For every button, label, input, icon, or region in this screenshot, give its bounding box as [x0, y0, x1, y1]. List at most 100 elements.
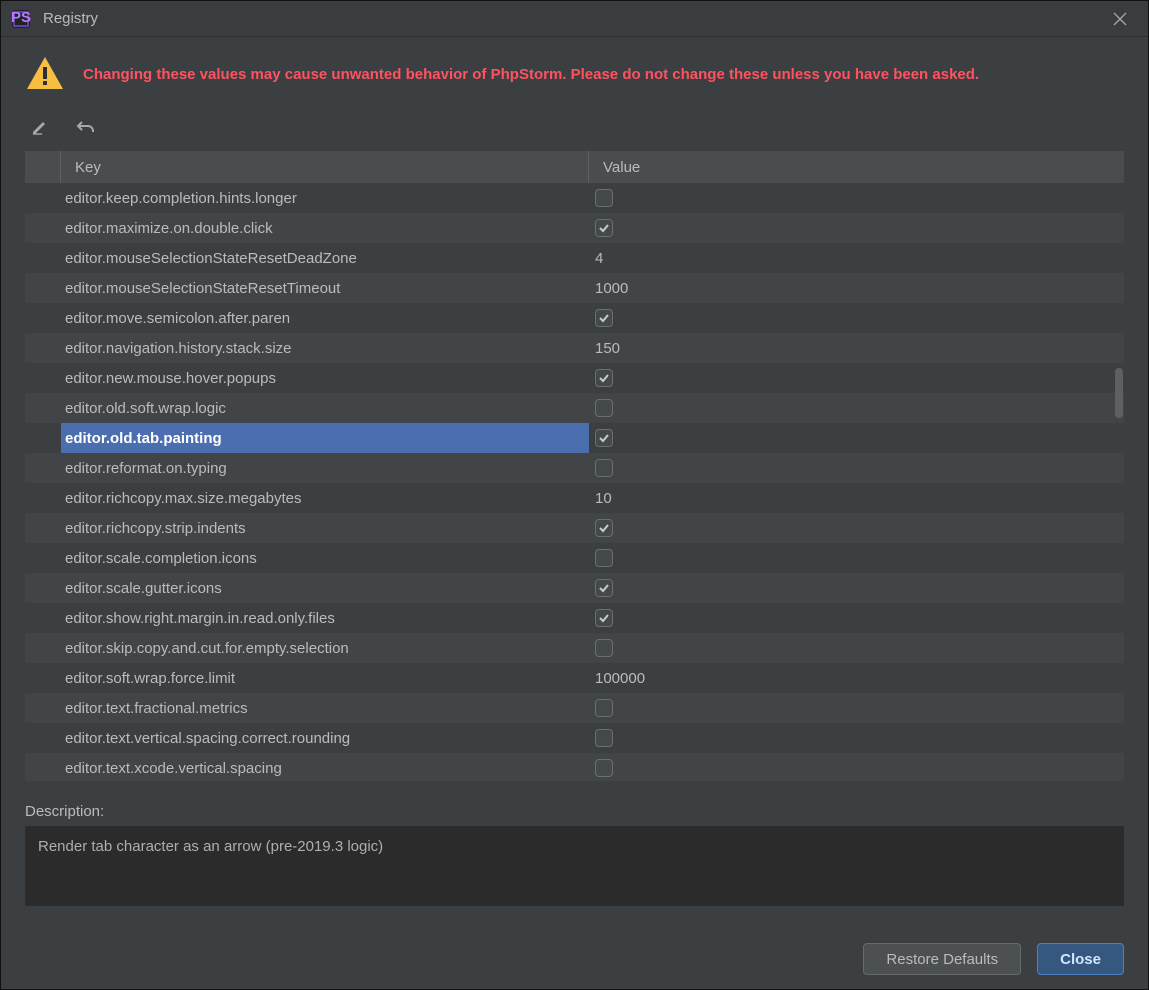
row-value[interactable]: [589, 423, 1124, 453]
row-value[interactable]: [589, 363, 1124, 393]
table-row[interactable]: editor.move.semicolon.after.paren: [25, 303, 1124, 333]
checkbox[interactable]: [595, 369, 613, 387]
table-row[interactable]: editor.show.right.margin.in.read.only.fi…: [25, 603, 1124, 633]
row-gutter: [25, 303, 61, 333]
value-text: 10: [595, 490, 612, 507]
close-button-label: Close: [1060, 951, 1101, 968]
row-key: editor.keep.completion.hints.longer: [61, 183, 589, 213]
row-gutter: [25, 663, 61, 693]
row-value[interactable]: [589, 453, 1124, 483]
row-key: editor.soft.wrap.force.limit: [61, 663, 589, 693]
row-value[interactable]: [589, 573, 1124, 603]
scrollbar-thumb[interactable]: [1115, 368, 1123, 418]
table-row[interactable]: editor.navigation.history.stack.size150: [25, 333, 1124, 363]
app-icon: PS: [11, 9, 31, 29]
row-value[interactable]: 10: [589, 483, 1124, 513]
row-key: editor.mouseSelectionStateResetTimeout: [61, 273, 589, 303]
checkbox[interactable]: [595, 429, 613, 447]
row-value[interactable]: [589, 723, 1124, 753]
row-value[interactable]: [589, 213, 1124, 243]
checkbox[interactable]: [595, 699, 613, 717]
revert-button[interactable]: [75, 116, 97, 138]
description-label: Description:: [25, 803, 1124, 820]
vertical-scrollbar[interactable]: [1112, 183, 1124, 781]
row-key: editor.text.fractional.metrics: [61, 693, 589, 723]
table-row[interactable]: editor.old.tab.painting: [25, 423, 1124, 453]
row-value[interactable]: 150: [589, 333, 1124, 363]
row-value[interactable]: [589, 513, 1124, 543]
checkbox[interactable]: [595, 309, 613, 327]
row-gutter: [25, 363, 61, 393]
row-value[interactable]: [589, 693, 1124, 723]
checkbox[interactable]: [595, 519, 613, 537]
row-value[interactable]: 4: [589, 243, 1124, 273]
table-row[interactable]: editor.mouseSelectionStateResetTimeout10…: [25, 273, 1124, 303]
row-key: editor.richcopy.max.size.megabytes: [61, 483, 589, 513]
row-key: editor.move.semicolon.after.paren: [61, 303, 589, 333]
row-key: editor.text.xcode.vertical.spacing: [61, 753, 589, 781]
row-key: editor.reformat.on.typing: [61, 453, 589, 483]
checkbox[interactable]: [595, 759, 613, 777]
restore-defaults-button[interactable]: Restore Defaults: [863, 943, 1021, 975]
description-box: Render tab character as an arrow (pre-20…: [25, 826, 1124, 906]
table-row[interactable]: editor.scale.gutter.icons: [25, 573, 1124, 603]
svg-text:PS: PS: [11, 9, 31, 26]
table-row[interactable]: editor.text.xcode.vertical.spacing: [25, 753, 1124, 781]
row-gutter: [25, 633, 61, 663]
pencil-icon: [30, 117, 50, 137]
checkbox[interactable]: [595, 729, 613, 747]
table-row[interactable]: editor.reformat.on.typing: [25, 453, 1124, 483]
row-value[interactable]: [589, 303, 1124, 333]
titlebar: PS Registry: [1, 1, 1148, 37]
table-row[interactable]: editor.new.mouse.hover.popups: [25, 363, 1124, 393]
row-value[interactable]: [589, 753, 1124, 781]
table-row[interactable]: editor.maximize.on.double.click: [25, 213, 1124, 243]
table-row[interactable]: editor.scale.completion.icons: [25, 543, 1124, 573]
table-row[interactable]: editor.richcopy.max.size.megabytes 10: [25, 483, 1124, 513]
window-close-button[interactable]: [1092, 1, 1148, 37]
table-row[interactable]: editor.mouseSelectionStateResetDeadZone4: [25, 243, 1124, 273]
checkbox[interactable]: [595, 639, 613, 657]
edit-button[interactable]: [29, 116, 51, 138]
checkbox[interactable]: [595, 609, 613, 627]
table-body[interactable]: editor.keep.completion.hints.longeredito…: [25, 183, 1124, 781]
row-value[interactable]: [589, 633, 1124, 663]
close-button[interactable]: Close: [1037, 943, 1124, 975]
table-row[interactable]: editor.skip.copy.and.cut.for.empty.selec…: [25, 633, 1124, 663]
checkbox[interactable]: [595, 579, 613, 597]
checkbox[interactable]: [595, 189, 613, 207]
row-value[interactable]: [589, 393, 1124, 423]
warning-text: Changing these values may cause unwanted…: [83, 65, 979, 85]
row-value[interactable]: [589, 543, 1124, 573]
row-value[interactable]: [589, 603, 1124, 633]
row-gutter: [25, 573, 61, 603]
row-value[interactable]: [589, 183, 1124, 213]
row-key: editor.old.soft.wrap.logic: [61, 393, 589, 423]
table-row[interactable]: editor.old.soft.wrap.logic: [25, 393, 1124, 423]
warning-icon: [25, 55, 65, 95]
checkbox[interactable]: [595, 219, 613, 237]
table-row[interactable]: editor.text.vertical.spacing.correct.rou…: [25, 723, 1124, 753]
checkbox[interactable]: [595, 459, 613, 477]
row-value[interactable]: 1000: [589, 273, 1124, 303]
dialog-buttons: Restore Defaults Close: [863, 943, 1124, 975]
warning-banner: Changing these values may cause unwanted…: [1, 37, 1148, 107]
table-row[interactable]: editor.soft.wrap.force.limit100000: [25, 663, 1124, 693]
checkbox[interactable]: [595, 399, 613, 417]
row-key: editor.text.vertical.spacing.correct.rou…: [61, 723, 589, 753]
row-gutter: [25, 513, 61, 543]
checkbox[interactable]: [595, 549, 613, 567]
table-header-value[interactable]: Value: [589, 151, 1124, 183]
row-gutter: [25, 693, 61, 723]
row-gutter: [25, 453, 61, 483]
table-row[interactable]: editor.text.fractional.metrics: [25, 693, 1124, 723]
row-gutter: [25, 603, 61, 633]
table-header-key[interactable]: Key: [61, 151, 589, 183]
row-key: editor.show.right.margin.in.read.only.fi…: [61, 603, 589, 633]
table-row[interactable]: editor.keep.completion.hints.longer: [25, 183, 1124, 213]
row-gutter: [25, 753, 61, 781]
table-row[interactable]: editor.richcopy.strip.indents: [25, 513, 1124, 543]
row-key: editor.scale.gutter.icons: [61, 573, 589, 603]
row-value[interactable]: 100000: [589, 663, 1124, 693]
row-gutter: [25, 243, 61, 273]
